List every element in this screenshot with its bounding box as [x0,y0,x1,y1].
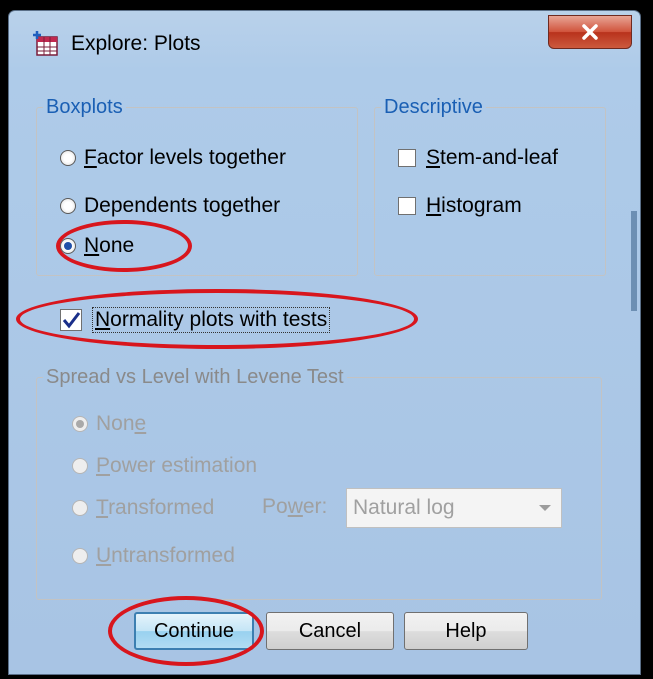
spread-legend: Spread vs Level with Levene Test [46,366,344,388]
checkmark-icon [62,312,81,329]
app-table-icon [33,31,58,56]
option-label: Transformed [96,496,215,519]
radio-circle[interactable] [60,198,76,214]
radio-dependents-together[interactable]: Dependents together [60,194,280,218]
option-label: None [96,412,147,435]
descriptive-group: Descriptive [374,96,606,276]
radio-circle-selected[interactable] [72,416,88,432]
checkbox-normality-plots[interactable]: Normality plots with tests [60,307,331,333]
radio-circle[interactable] [60,150,76,166]
radio-power-estimation[interactable]: Power estimation [72,454,257,478]
option-label: Power estimation [96,454,258,477]
radio-circle[interactable] [72,500,88,516]
checkbox-histogram[interactable]: Histogram [398,194,522,218]
radio-spread-none[interactable]: None [72,412,146,436]
radio-circle[interactable] [72,458,88,474]
radio-untransformed[interactable]: Untransformed [72,544,235,568]
power-select-value: Natural log [353,496,455,519]
power-select[interactable]: Natural log [346,488,562,528]
power-label: Power: [262,495,328,518]
checkbox-box[interactable] [398,149,416,167]
close-button[interactable] [548,15,632,49]
cancel-button[interactable]: Cancel [266,612,394,650]
option-label: Stem-and-leaf [426,146,558,169]
option-label: Histogram [426,194,522,217]
option-label: Normality plots with tests [92,307,331,333]
descriptive-legend: Descriptive [384,96,483,118]
radio-none-boxplots[interactable]: None [60,234,134,258]
checkbox-stem-and-leaf[interactable]: Stem-and-leaf [398,146,558,170]
checkbox-box[interactable] [398,197,416,215]
help-button[interactable]: Help [404,612,528,650]
close-icon [582,24,598,40]
radio-circle-selected[interactable] [60,238,76,254]
window-edge-highlight [631,211,637,311]
boxplots-legend: Boxplots [46,96,123,118]
option-label: Dependents together [84,194,281,217]
radio-factor-levels-together[interactable]: Factor levels together [60,146,286,170]
option-label: None [84,234,135,257]
chevron-down-icon [539,505,551,511]
checkbox-box-checked[interactable] [60,309,82,331]
continue-button[interactable]: Continue [134,612,254,650]
option-label: Factor levels together [84,146,286,169]
radio-transformed[interactable]: Transformed [72,496,214,520]
title-bar[interactable]: Explore: Plots [9,11,640,73]
option-label: Untransformed [96,544,235,567]
radio-circle[interactable] [72,548,88,564]
window-title: Explore: Plots [71,32,201,55]
